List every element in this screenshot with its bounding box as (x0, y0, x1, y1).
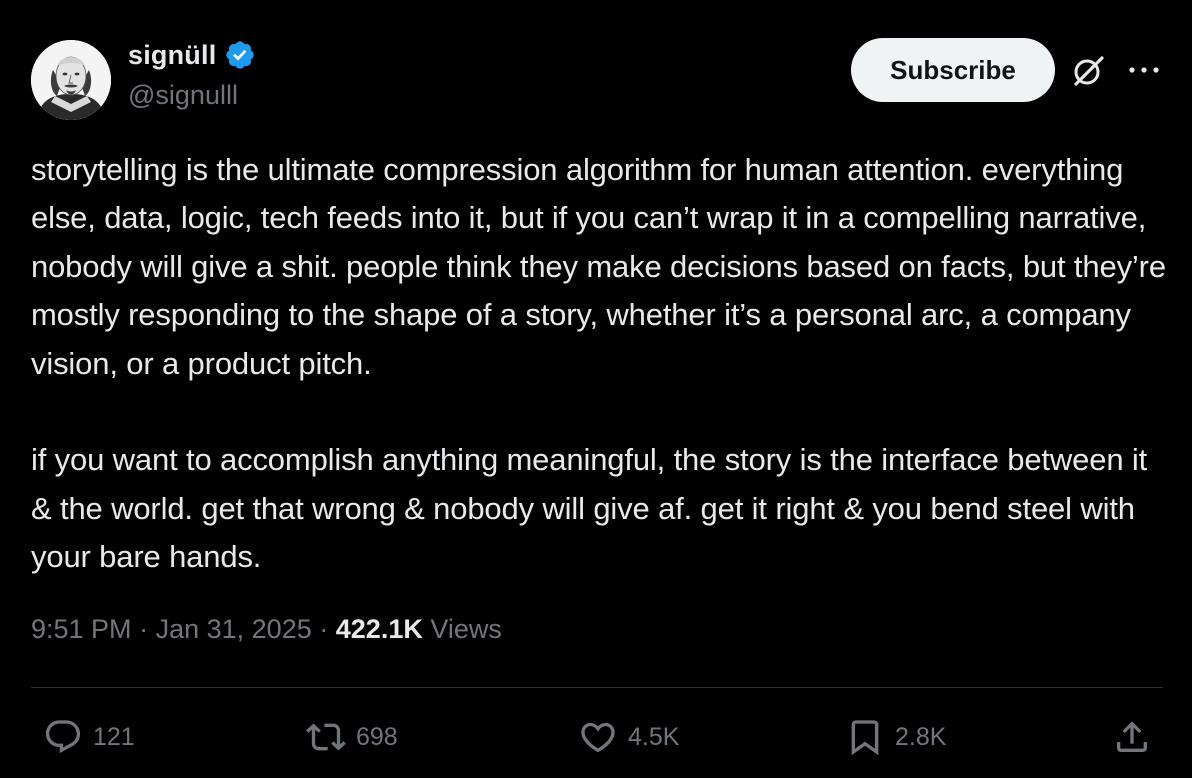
divider (31, 687, 1163, 688)
tweet-date[interactable]: Jan 31, 2025 (156, 614, 312, 644)
tweet-paragraph: if you want to accomplish anything meani… (31, 442, 1148, 575)
author-handle[interactable]: @signulll (128, 80, 238, 111)
bookmark-button[interactable]: 2.8K (845, 713, 946, 761)
like-button[interactable]: 4.5K (578, 713, 679, 761)
display-name[interactable]: signüll (128, 40, 216, 71)
tweet-paragraph: storytelling is the ultimate compression… (31, 152, 1166, 381)
share-button[interactable] (1112, 713, 1152, 761)
more-icon[interactable] (1126, 58, 1162, 82)
tweet-meta: 9:51 PM · Jan 31, 2025 · 422.1K Views (31, 614, 502, 645)
tweet-time[interactable]: 9:51 PM (31, 614, 132, 644)
share-icon (1117, 721, 1147, 752)
repost-button[interactable]: 698 (306, 713, 398, 761)
tweet: signüll @signulll Subscribe storytelling… (0, 0, 1192, 778)
heart-icon (581, 722, 615, 753)
grok-icon[interactable] (1070, 53, 1106, 89)
reply-count: 121 (93, 722, 135, 751)
subscribe-button[interactable]: Subscribe (851, 38, 1055, 102)
reply-button[interactable]: 121 (43, 713, 135, 761)
repost-icon (306, 723, 346, 751)
like-count: 4.5K (628, 722, 680, 751)
meta-separator: · (319, 614, 329, 644)
repost-count: 698 (356, 722, 398, 751)
meta-separator: · (139, 614, 149, 644)
reply-icon (45, 720, 81, 754)
tweet-text: storytelling is the ultimate compression… (31, 146, 1171, 582)
avatar[interactable] (31, 40, 111, 120)
bookmark-count: 2.8K (895, 722, 947, 751)
shakespeare-portrait-icon (31, 40, 111, 120)
bookmark-icon (851, 720, 879, 756)
views-label: Views (430, 614, 502, 644)
verified-badge-icon (226, 41, 255, 69)
author-name-row[interactable]: signüll (128, 38, 256, 72)
views-count: 422.1K (335, 614, 423, 644)
